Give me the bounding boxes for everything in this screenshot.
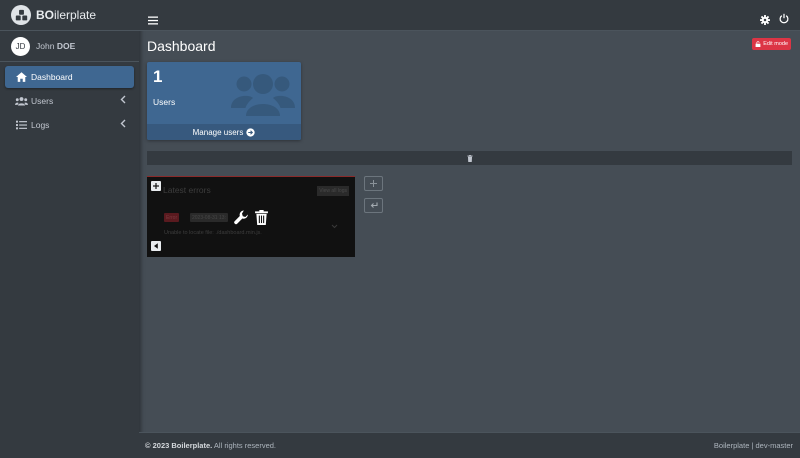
brand-name: BOilerplate: [36, 8, 97, 22]
users-count: 1: [153, 67, 163, 86]
return-button[interactable]: [364, 198, 383, 213]
users-label: Users: [153, 97, 176, 107]
arrow-circle-right-icon: [246, 127, 255, 137]
wrench-icon[interactable]: [234, 210, 249, 229]
return-arrow-icon: [370, 202, 378, 208]
sidebar-item-label: Dashboard: [31, 72, 73, 82]
row-handle-bar[interactable]: [147, 151, 792, 165]
collapse-widget-button[interactable]: [151, 241, 161, 251]
users-icon: [231, 70, 295, 120]
card-title: Latest errors: [163, 185, 211, 195]
footer-version: Boilerplate | dev-master: [713, 441, 793, 450]
avatar: JD: [11, 36, 30, 56]
chevron-left-icon[interactable]: [120, 95, 126, 106]
plus-icon: [370, 180, 377, 187]
user-name: John DOE: [36, 41, 76, 51]
users-icon: [15, 96, 28, 107]
sidebar-item-users[interactable]: Users: [5, 90, 134, 112]
edit-mode-button[interactable]: Edit mode: [752, 38, 791, 50]
sidebar-item-label: Users: [31, 96, 54, 106]
latest-errors-card: Latest errors View all logs Error 2023-0…: [147, 176, 355, 257]
page-title: Dashboard: [147, 38, 216, 54]
trash-icon[interactable]: [466, 154, 473, 162]
footer: © 2023 Boilerplate. All rights reserved.…: [139, 432, 800, 458]
users-small-box: 1 Users Manage users: [147, 62, 301, 140]
add-column-button[interactable]: [364, 176, 383, 191]
sidebar-item-label: Logs: [31, 120, 50, 130]
plus-icon: [153, 183, 159, 189]
power-icon[interactable]: [779, 9, 789, 28]
sidebar-item-dashboard[interactable]: Dashboard: [5, 66, 134, 88]
topbar: [139, 0, 800, 31]
status-badge: Error: [164, 213, 180, 222]
chevron-down-icon[interactable]: [331, 214, 338, 233]
unlock-icon: [755, 41, 761, 47]
sidebar-nav: Dashboard Users Logs: [0, 62, 139, 142]
edit-mode-label: Edit mode: [763, 41, 788, 47]
chevron-left-icon[interactable]: [120, 119, 126, 130]
home-icon: [15, 72, 28, 83]
manage-users-link[interactable]: Manage users: [147, 124, 301, 140]
cubes-icon: [11, 5, 31, 25]
content-area: Dashboard Edit mode 1 Users Manage users…: [139, 31, 800, 432]
view-all-logs-button[interactable]: View all logs: [317, 186, 349, 196]
sidebar: BOilerplate JD John DOE Dashboard Users …: [0, 0, 139, 458]
footer-copyright: © 2023 Boilerplate. All rights reserved.: [145, 441, 277, 450]
manage-users-label: Manage users: [192, 127, 244, 137]
sidebar-item-logs[interactable]: Logs: [5, 114, 134, 136]
error-message: Unable to locate file: ./dashboard.min.j…: [164, 230, 262, 236]
add-widget-button[interactable]: [151, 181, 161, 191]
brand-link[interactable]: BOilerplate: [0, 0, 139, 31]
list-icon: [15, 120, 28, 131]
caret-left-icon: [154, 243, 158, 249]
error-date: 2023-08-31 13:: [190, 213, 228, 222]
gear-icon[interactable]: [760, 10, 770, 29]
user-panel[interactable]: JD John DOE: [0, 31, 139, 62]
trash-icon[interactable]: [255, 210, 268, 229]
hamburger-menu-icon[interactable]: [148, 10, 158, 29]
